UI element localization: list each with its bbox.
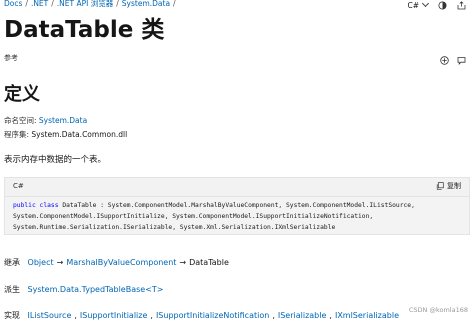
top-toolbar: C#: [407, 0, 466, 11]
breadcrumb-system-data[interactable]: System.Data: [122, 0, 170, 8]
breadcrumb-separator: /: [25, 0, 28, 8]
code-language-label: C#: [13, 182, 24, 190]
code-header: C# 复制: [5, 178, 469, 197]
breadcrumb-separator: /: [51, 0, 54, 8]
implements-separator: ,: [150, 311, 153, 320]
breadcrumb: Docs / .NET / .NET API 浏览器 / System.Data /: [4, 0, 179, 10]
title-actions: [440, 50, 466, 65]
feedback-icon[interactable]: [457, 50, 466, 65]
implements-label: 实现: [4, 311, 20, 320]
implements-ixmlserializable-link[interactable]: IXmlSerializable: [335, 311, 399, 320]
inheritance-current: DataTable: [189, 258, 229, 267]
assembly-label: 程序集:: [4, 130, 30, 139]
implements-isupportinitialize-link[interactable]: ISupportInitialize: [80, 311, 147, 320]
copy-icon: [436, 182, 444, 190]
inheritance-row: 继承 Object → MarshalByValueComponent → DataTa…: [4, 257, 229, 268]
assembly-value: System.Data.Common.dll: [31, 130, 128, 139]
class-description: 表示内存中数据的一个表。: [4, 155, 107, 165]
inheritance-label: 继承: [4, 258, 20, 267]
theme-icon[interactable]: [438, 1, 447, 10]
inheritance-mbvc-link[interactable]: MarshalByValueComponent: [66, 258, 176, 267]
derived-row: 派生 System.Data.TypedTableBase<T>: [4, 284, 163, 295]
code-text: public class DataTable : System.Componen…: [13, 200, 415, 233]
implements-iserializable-link[interactable]: ISerializable: [278, 311, 327, 320]
derived-typedtablebase-link[interactable]: System.Data.TypedTableBase<T>: [28, 285, 164, 294]
namespace-link[interactable]: System.Data: [39, 116, 87, 125]
breadcrumb-api-browser[interactable]: .NET API 浏览器: [57, 0, 113, 8]
namespace-label: 命名空间:: [4, 116, 37, 125]
code-line-1: public class DataTable : System.Componen…: [13, 202, 415, 209]
code-keyword: class: [39, 202, 59, 209]
breadcrumb-docs[interactable]: Docs: [4, 0, 22, 8]
arrow-right-icon: →: [179, 258, 187, 267]
share-icon[interactable]: [457, 0, 466, 10]
page-title: DataTable 类: [4, 17, 165, 43]
copy-button-label: 复制: [447, 182, 461, 190]
assembly-row: 程序集: System.Data.Common.dll: [4, 129, 127, 140]
implements-separator: ,: [272, 311, 275, 320]
arrow-right-icon: →: [56, 258, 64, 267]
reference-label: 参考: [4, 54, 18, 62]
chevron-down-icon: [421, 0, 430, 8]
add-collection-icon[interactable]: [440, 50, 449, 65]
namespace-row: 命名空间: System.Data: [4, 115, 87, 126]
implements-separator: ,: [74, 311, 77, 320]
breadcrumb-separator: /: [173, 0, 176, 8]
implements-ilistsource-link[interactable]: IListSource: [28, 311, 72, 320]
copy-button[interactable]: 复制: [436, 181, 461, 191]
inheritance-object-link[interactable]: Object: [28, 258, 54, 267]
implements-separator: ,: [329, 311, 332, 320]
derived-label: 派生: [4, 285, 20, 294]
implements-isupportinitializenotification-link[interactable]: ISupportInitializeNotification: [156, 311, 269, 320]
code-line-3: System.Runtime.Serialization.ISerializab…: [13, 224, 336, 231]
code-line-2: System.ComponentModel.ISupportInitialize…: [13, 213, 374, 220]
breadcrumb-separator: /: [116, 0, 119, 8]
watermark: CSDN @komla168: [408, 306, 468, 314]
implements-row: 实现 IListSource, ISupportInitialize, ISuppo…: [4, 310, 399, 321]
code-keyword: public: [13, 202, 36, 209]
breadcrumb-dotnet[interactable]: .NET: [31, 0, 48, 8]
language-selector-value: C#: [407, 0, 419, 10]
section-heading-definition: 定义: [4, 84, 40, 105]
language-selector[interactable]: C#: [407, 0, 430, 10]
code-block: C# 复制 public class DataTable : System.Co…: [4, 177, 470, 235]
